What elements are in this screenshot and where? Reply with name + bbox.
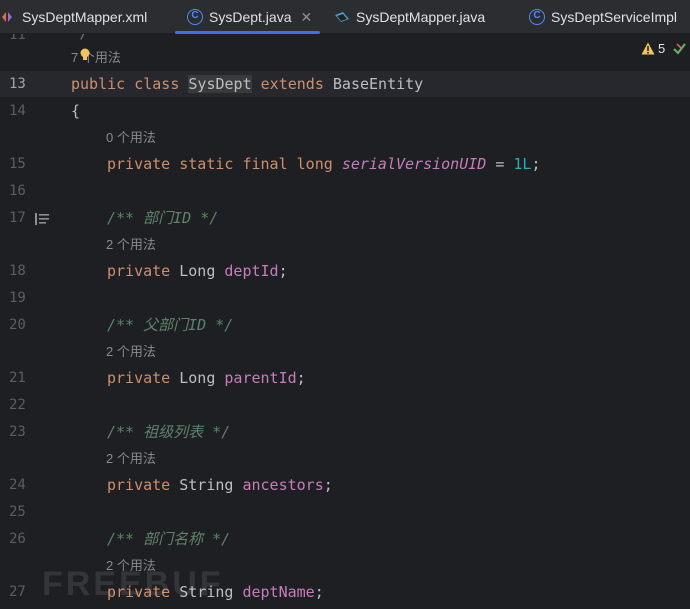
warning-icon	[641, 42, 655, 55]
editor-tab-bar: SysDeptMapper.xml C SysDept.java ✕ SysDe…	[0, 0, 690, 34]
line-number: 11	[9, 34, 26, 43]
usage-hint[interactable]: 2 个用法	[106, 450, 156, 468]
code-line: public class SysDept extends BaseEntity	[71, 75, 424, 93]
code-line: private String ancestors;	[107, 476, 333, 494]
xml-file-icon	[0, 9, 16, 25]
doc-comment: /** 父部门ID */	[107, 316, 234, 334]
class-icon: C	[187, 9, 203, 25]
warning-count: 5	[658, 41, 666, 56]
tab-label: SysDeptMapper.java	[356, 9, 486, 25]
line-number: 18	[9, 263, 26, 279]
tab-label: SysDeptMapper.xml	[22, 9, 148, 25]
line-number: 16	[9, 183, 26, 199]
mapper-interface-icon	[334, 9, 350, 25]
tab-sysdeptmapper-java[interactable]: SysDeptMapper.java	[334, 0, 485, 34]
usage-hint[interactable]: 7 个用法	[71, 49, 121, 67]
line-number: 26	[9, 531, 26, 547]
line-number: 20	[9, 317, 26, 333]
line-number: 13	[9, 76, 26, 92]
tab-sysdept-java[interactable]: C SysDept.java ✕	[175, 0, 321, 34]
line-number: 19	[9, 290, 26, 306]
tab-sysdeptserviceimpl[interactable]: C SysDeptServiceImpl	[529, 0, 677, 34]
code-line: private Long deptId;	[107, 262, 288, 280]
line-number: 21	[9, 370, 26, 386]
usage-hint[interactable]: 0 个用法	[106, 129, 156, 147]
line-number: 24	[9, 477, 26, 493]
class-icon: C	[529, 9, 545, 25]
tab-label: SysDeptServiceImpl	[551, 9, 678, 25]
line-number: 23	[9, 424, 26, 440]
tab-sysdeptmapper-xml[interactable]: SysDeptMapper.xml	[0, 0, 147, 34]
close-icon[interactable]: ✕	[300, 9, 312, 26]
code-line: private Long parentId;	[107, 369, 306, 387]
doc-comment: /** 部门名称 */	[107, 530, 231, 548]
usage-hint[interactable]: 2 个用法	[106, 343, 156, 361]
usage-hint[interactable]: 2 个用法	[106, 236, 156, 254]
check-icon	[673, 42, 687, 55]
doc-comment: /** 祖级列表 */	[107, 423, 231, 441]
line-number: 27	[9, 584, 26, 600]
line-number: 15	[9, 156, 26, 172]
code-line: private static final long serialVersionU…	[107, 155, 541, 173]
line-number: 25	[9, 504, 26, 520]
line-number: 22	[9, 397, 26, 413]
doc-comment: /** 部门ID */	[107, 209, 219, 227]
line-number: 14	[9, 103, 26, 119]
inspection-widget[interactable]: 5	[641, 41, 687, 56]
lightbulb-icon[interactable]	[80, 47, 90, 61]
render-doc-icon[interactable]	[35, 210, 49, 225]
line-number: 17	[9, 210, 26, 226]
code-editor[interactable]: 11 13 14 15 16 17 18 19 20 21 22 23 24 2…	[0, 34, 690, 609]
code-line-partial: */	[71, 34, 89, 42]
line-number-gutter: 11 13 14 15 16 17 18 19 20 21 22 23 24 2…	[0, 34, 62, 609]
watermark-logo: FREEBUF	[42, 565, 224, 603]
tab-label: SysDept.java	[209, 9, 292, 25]
code-line: {	[71, 102, 81, 120]
